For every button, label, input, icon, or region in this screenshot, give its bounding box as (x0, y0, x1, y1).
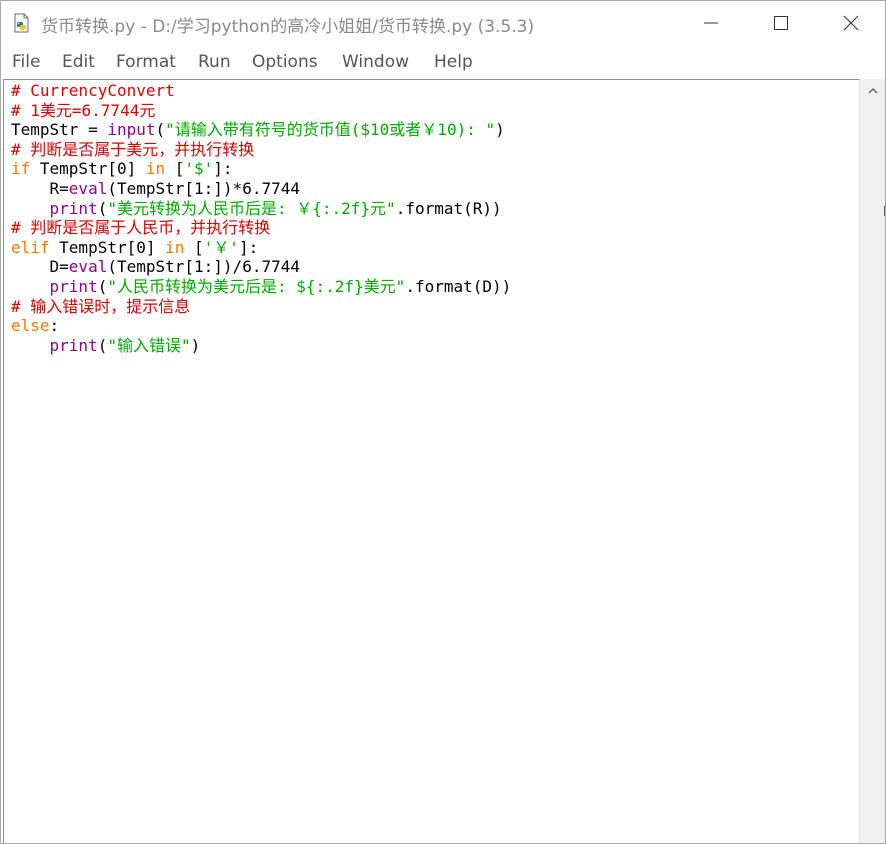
code-token: ( (155, 120, 166, 140)
code-token: .format(R)) (395, 198, 502, 218)
menu-options[interactable]: Options (252, 52, 318, 72)
code-line[interactable]: # 输入错误时，提示信息 (11, 297, 511, 317)
builtin-token: print (49, 335, 98, 355)
code-token: [ (165, 159, 185, 179)
string-token: "美元转换为人民币后是: ￥{:.2f}元" (107, 198, 396, 218)
comment-token: # 判断是否属于美元，并执行转换 (11, 139, 255, 159)
builtin-token: input (107, 120, 156, 140)
code-line[interactable]: # CurrencyConvert (11, 81, 511, 101)
menu-help[interactable]: Help (434, 52, 473, 72)
string-token: '￥' (203, 237, 239, 257)
menu-run[interactable]: Run (198, 52, 231, 72)
keyword-token: else (11, 316, 50, 336)
code-text[interactable]: # CurrencyConvert # 1美元=6.7744元 TempStr = … (11, 81, 511, 355)
keyword-token: in (165, 237, 185, 257)
builtin-token: print (49, 198, 98, 218)
builtin-token: print (49, 276, 98, 296)
code-token: ( (97, 276, 108, 296)
code-line[interactable]: R=eval(TempStr[1:])*6.7744 (11, 179, 511, 199)
string-token: "人民币转换为美元后是: ${:.2f}美元" (107, 276, 406, 296)
builtin-token: eval (68, 257, 108, 277)
code-token: ]: (213, 159, 233, 179)
code-token: ( (97, 198, 108, 218)
maximize-icon (774, 16, 788, 30)
keyword-token: if (11, 159, 31, 179)
string-token: '$' (184, 159, 214, 179)
comment-token: # 输入错误时，提示信息 (11, 296, 191, 316)
close-icon (843, 15, 859, 31)
code-token: TempStr[0] (30, 159, 146, 179)
keyword-token: in (145, 159, 166, 179)
keyword-token: elif (11, 237, 50, 257)
code-line[interactable]: TempStr = input("请输入带有符号的货币值($10或者￥10): … (11, 120, 511, 140)
close-button[interactable] (816, 1, 885, 45)
vertical-scrollbar[interactable] (859, 79, 885, 843)
code-token: D= (11, 257, 69, 277)
code-line[interactable]: print("人民币转换为美元后是: ${:.2f}美元".format(D)) (11, 276, 512, 297)
code-token: ]: (238, 237, 259, 257)
comment-token: # 判断是否属于人民币，并执行转换 (11, 218, 271, 238)
maximize-button[interactable] (746, 1, 816, 45)
idle-editor-window: 货币转换.py - D:/学习python的高冷小姐姐/货币转换.py (3.5… (0, 0, 886, 844)
comment-token: # 1美元=6.7744元 (11, 100, 156, 120)
code-token: (TempStr[1:])/6.7744 (107, 257, 300, 277)
scroll-up-arrow-icon (868, 88, 877, 94)
code-line[interactable]: # 判断是否属于美元，并执行转换 (11, 140, 511, 160)
minimize-icon (704, 22, 718, 24)
code-token: ) (190, 335, 201, 355)
builtin-token: eval (68, 178, 108, 198)
code-line[interactable]: elif TempStr[0] in ['￥']: (11, 238, 511, 258)
scroll-up-button[interactable] (860, 79, 885, 103)
code-line[interactable]: D=eval(TempStr[1:])/6.7744 (11, 257, 511, 277)
code-token: TempStr = (11, 120, 108, 140)
menu-edit[interactable]: Edit (62, 52, 95, 72)
code-line[interactable]: print("输入错误") (11, 336, 511, 356)
code-token: TempStr[0] (49, 237, 166, 257)
minimize-button[interactable] (676, 1, 746, 45)
code-line[interactable]: else: (11, 316, 511, 336)
menu-bar: File Edit Format Run Options Window Help (1, 45, 885, 78)
code-line[interactable]: if TempStr[0] in ['$']: (11, 159, 511, 179)
code-editor[interactable]: # CurrencyConvert # 1美元=6.7744元 TempStr = … (3, 79, 859, 843)
code-token: ) (495, 120, 505, 140)
code-token: ( (97, 335, 108, 355)
string-token: "请输入带有符号的货币值($10或者￥10): " (165, 120, 496, 140)
code-token: (TempStr[1:])*6.7744 (107, 178, 300, 198)
menu-format[interactable]: Format (116, 52, 176, 72)
code-token: [ (184, 237, 204, 257)
comment-token: # CurrencyConvert (11, 81, 175, 100)
code-line[interactable]: print("美元转换为人民币后是: ￥{:.2f}元".format(R)) (11, 199, 511, 219)
code-line[interactable]: # 1美元=6.7744元 (11, 101, 511, 121)
menu-window[interactable]: Window (342, 52, 409, 72)
window-title: 货币转换.py - D:/学习python的高冷小姐姐/货币转换.py (3.5… (41, 17, 535, 37)
code-token: .format(D)) (405, 276, 512, 296)
code-token: R= (11, 178, 69, 198)
title-bar[interactable]: 货币转换.py - D:/学习python的高冷小姐姐/货币转换.py (3.5… (1, 1, 885, 45)
code-token: : (49, 316, 60, 336)
python-file-icon[interactable] (12, 13, 32, 33)
menu-file[interactable]: File (12, 52, 40, 72)
string-token: "输入错误" (107, 335, 191, 355)
code-line[interactable]: # 判断是否属于人民币，并执行转换 (11, 218, 511, 238)
